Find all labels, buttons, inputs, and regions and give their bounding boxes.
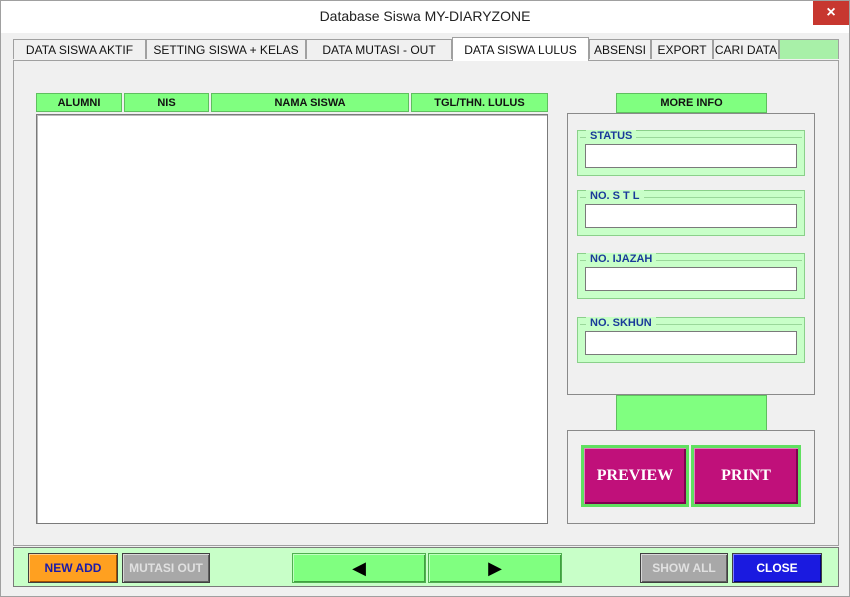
tab-strip-filler: [779, 39, 839, 59]
arrow-right-icon: ▶: [488, 557, 502, 578]
green-spacer-block: [616, 395, 767, 431]
title-bar: Database Siswa MY-DIARYZONE ×: [1, 1, 849, 33]
more-info-heading: MORE INFO: [616, 93, 767, 113]
no-skhun-group: NO. SKHUN: [577, 317, 805, 363]
status-label: STATUS: [586, 130, 637, 142]
print-button[interactable]: PRINT: [691, 445, 801, 507]
next-record-button[interactable]: ▶: [428, 553, 562, 583]
status-group: STATUS: [577, 130, 805, 176]
no-stl-group: NO. S T L: [577, 190, 805, 236]
arrow-left-icon: ◀: [352, 557, 366, 578]
mutasi-out-button[interactable]: MUTASI OUT: [122, 553, 210, 583]
tab-data-siswa-aktif[interactable]: DATA SISWA AKTIF: [13, 39, 146, 59]
preview-button[interactable]: PREVIEW: [581, 445, 689, 507]
column-header-nis[interactable]: NIS: [124, 93, 209, 112]
window-close-icon[interactable]: ×: [813, 1, 849, 25]
no-skhun-field[interactable]: [585, 331, 797, 355]
show-all-button[interactable]: SHOW ALL: [640, 553, 728, 583]
no-skhun-label: NO. SKHUN: [586, 317, 656, 329]
tab-strip: DATA SISWA AKTIF SETTING SISWA + KELAS D…: [13, 37, 839, 61]
no-ijazah-label: NO. IJAZAH: [586, 253, 657, 265]
no-ijazah-group: NO. IJAZAH: [577, 253, 805, 299]
tab-data-siswa-lulus[interactable]: DATA SISWA LULUS: [452, 37, 589, 61]
column-header-nama-siswa[interactable]: NAMA SISWA: [211, 93, 409, 112]
column-header-tgl-thn-lulus[interactable]: TGL/THN. LULUS: [411, 93, 548, 112]
alumni-list[interactable]: [36, 114, 548, 524]
tab-data-mutasi-out[interactable]: DATA MUTASI - OUT: [306, 39, 452, 59]
no-ijazah-field[interactable]: [585, 267, 797, 291]
tab-export[interactable]: EXPORT: [651, 39, 713, 59]
new-add-button[interactable]: NEW ADD: [28, 553, 118, 583]
status-field[interactable]: [585, 144, 797, 168]
tab-cari-data[interactable]: CARI DATA: [713, 39, 779, 59]
previous-record-button[interactable]: ◀: [292, 553, 426, 583]
window-title: Database Siswa MY-DIARYZONE: [319, 8, 531, 24]
no-stl-label: NO. S T L: [586, 190, 644, 202]
close-button[interactable]: CLOSE: [732, 553, 822, 583]
no-stl-field[interactable]: [585, 204, 797, 228]
app-window: Database Siswa MY-DIARYZONE × DATA SISWA…: [0, 0, 850, 597]
tab-setting-siswa-kelas[interactable]: SETTING SISWA + KELAS: [146, 39, 306, 59]
tab-absensi[interactable]: ABSENSI: [589, 39, 651, 59]
column-header-alumni[interactable]: ALUMNI: [36, 93, 122, 112]
